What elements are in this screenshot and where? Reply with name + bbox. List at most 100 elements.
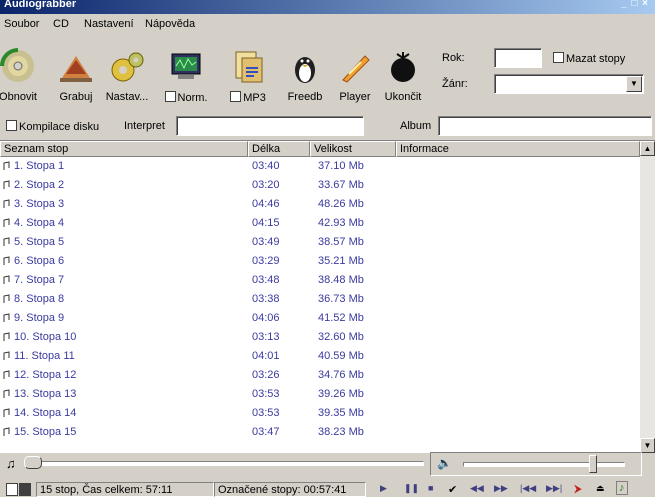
track-row[interactable]: 6. Stopa 6 03:29 35.21 Mb bbox=[0, 253, 640, 269]
volume-slider[interactable] bbox=[463, 462, 625, 467]
track-name: 10. Stopa 10 bbox=[14, 331, 77, 343]
mazat-stopy-checkbox[interactable]: Mazat stopy bbox=[553, 52, 625, 65]
mp3-button[interactable]: MP3 bbox=[218, 48, 278, 104]
penguin-icon bbox=[295, 57, 315, 83]
track-row[interactable]: 3. Stopa 3 04:46 48.26 Mb bbox=[0, 196, 640, 212]
mp3-icon bbox=[235, 51, 263, 83]
select-icon[interactable]: ✔ bbox=[448, 483, 457, 496]
track-row[interactable]: 4. Stopa 4 04:15 42.93 Mb bbox=[0, 215, 640, 231]
track-length: 03:47 bbox=[252, 426, 280, 438]
track-size: 39.35 Mb bbox=[318, 407, 364, 419]
track-size: 38.48 Mb bbox=[318, 274, 364, 286]
vertical-scrollbar[interactable]: ▲ ▼ bbox=[640, 141, 655, 453]
menu-soubor[interactable]: Soubor bbox=[4, 18, 39, 30]
zanr-select[interactable]: ▼ bbox=[494, 74, 644, 94]
nastav-button[interactable]: Nastav... bbox=[104, 48, 150, 103]
track-size: 39.26 Mb bbox=[318, 388, 364, 400]
track-length: 03:53 bbox=[252, 407, 280, 419]
track-note-icon bbox=[3, 199, 10, 208]
position-slider-knob[interactable] bbox=[24, 456, 42, 469]
track-length: 03:38 bbox=[252, 293, 280, 305]
rok-input[interactable] bbox=[494, 48, 542, 68]
interpret-input[interactable] bbox=[176, 116, 364, 136]
track-list[interactable]: Seznam stop Délka Velikost Informace 1. … bbox=[0, 140, 655, 453]
track-length: 04:06 bbox=[252, 312, 280, 324]
settings-icon bbox=[111, 52, 144, 82]
track-row[interactable]: 13. Stopa 13 03:53 39.26 Mb bbox=[0, 386, 640, 402]
position-slider[interactable] bbox=[24, 461, 424, 466]
column-header-velikost[interactable]: Velikost bbox=[310, 141, 396, 157]
eject-icon[interactable]: ⏏ bbox=[596, 483, 605, 494]
volume-panel: 🔈 bbox=[430, 452, 642, 476]
menu-nastaveni[interactable]: Nastavení bbox=[84, 18, 134, 30]
zanr-label: Žánr: bbox=[442, 78, 468, 90]
grab-icon bbox=[60, 56, 92, 82]
column-header-delka[interactable]: Délka bbox=[248, 141, 310, 157]
prev-track-icon[interactable]: |◀◀ bbox=[520, 483, 536, 494]
track-note-icon bbox=[3, 256, 10, 265]
album-input[interactable] bbox=[438, 116, 652, 136]
status-tracks: 15 stop, Čas celkem: 57:11 bbox=[36, 482, 214, 497]
kompilace-disku-checkbox[interactable]: Kompilace disku bbox=[6, 120, 99, 133]
track-note-icon bbox=[3, 408, 10, 417]
fast-forward-icon[interactable]: ▶▶ bbox=[494, 483, 508, 494]
track-row[interactable]: 7. Stopa 7 03:48 38.48 Mb bbox=[0, 272, 640, 288]
track-size: 40.59 Mb bbox=[318, 350, 364, 362]
track-name: 7. Stopa 7 bbox=[14, 274, 65, 286]
track-row[interactable]: 1. Stopa 1 03:40 37.10 Mb bbox=[0, 158, 640, 174]
rewind-icon[interactable]: ◀◀ bbox=[470, 483, 484, 494]
next-track-icon[interactable]: ▶▶| bbox=[546, 483, 562, 494]
stop-icon[interactable]: ■ bbox=[428, 483, 433, 493]
track-row[interactable]: 15. Stopa 15 03:47 38.23 Mb bbox=[0, 424, 640, 440]
track-length: 04:46 bbox=[252, 198, 280, 210]
track-row[interactable]: 14. Stopa 14 03:53 39.35 Mb bbox=[0, 405, 640, 421]
player-icon bbox=[342, 55, 370, 83]
play-icon[interactable]: ▶ bbox=[380, 483, 387, 494]
menu-napoveda[interactable]: Nápověda bbox=[145, 18, 195, 30]
track-name: 11. Stopa 11 bbox=[14, 350, 75, 362]
window-controls[interactable]: _ □ × bbox=[621, 0, 649, 11]
track-length: 03:26 bbox=[252, 369, 280, 381]
track-name: 3. Stopa 3 bbox=[14, 198, 65, 210]
obnovit-button[interactable]: Obnovit bbox=[0, 48, 40, 103]
track-name: 8. Stopa 8 bbox=[14, 293, 65, 305]
volume-slider-knob[interactable] bbox=[589, 455, 597, 473]
track-size: 33.67 Mb bbox=[318, 179, 364, 191]
column-header-seznam[interactable]: Seznam stop bbox=[0, 141, 248, 157]
scroll-down-icon[interactable]: ▼ bbox=[640, 438, 655, 453]
speaker-icon: 🔈 bbox=[437, 456, 452, 470]
menu-bar: Soubor CD Nastavení Nápověda bbox=[0, 15, 655, 33]
note-icon[interactable]: ♪ bbox=[616, 481, 628, 495]
pause-icon[interactable]: ❚❚ bbox=[404, 483, 419, 494]
grabuj-button[interactable]: Grabuj bbox=[54, 48, 98, 103]
column-header-informace[interactable]: Informace bbox=[396, 141, 640, 157]
track-row[interactable]: 12. Stopa 12 03:26 34.76 Mb bbox=[0, 367, 640, 383]
freedb-button[interactable]: Freedb bbox=[282, 48, 328, 103]
record-icon[interactable]: ⮞ bbox=[574, 483, 582, 496]
track-row[interactable]: 8. Stopa 8 03:38 36.73 Mb bbox=[0, 291, 640, 307]
track-row[interactable]: 2. Stopa 2 03:20 33.67 Mb bbox=[0, 177, 640, 193]
track-length: 03:53 bbox=[252, 388, 280, 400]
title-bar: Audiograbber _ □ × bbox=[0, 0, 655, 14]
track-name: 14. Stopa 14 bbox=[14, 407, 77, 419]
track-name: 5. Stopa 5 bbox=[14, 236, 65, 248]
chevron-down-icon[interactable]: ▼ bbox=[626, 76, 642, 92]
norm-button[interactable]: Norm. bbox=[156, 48, 216, 104]
track-row[interactable]: 10. Stopa 10 03:13 32.60 Mb bbox=[0, 329, 640, 345]
track-row[interactable]: 11. Stopa 11 04:01 40.59 Mb bbox=[0, 348, 640, 364]
track-row[interactable]: 5. Stopa 5 03:49 38.57 Mb bbox=[0, 234, 640, 250]
player-button[interactable]: Player bbox=[332, 48, 378, 103]
track-note-icon bbox=[3, 370, 10, 379]
track-length: 04:15 bbox=[252, 217, 280, 229]
track-size: 35.21 Mb bbox=[318, 255, 364, 267]
view-toggle-icon[interactable] bbox=[6, 483, 18, 496]
track-note-icon bbox=[3, 275, 10, 284]
mp3-checkbox[interactable] bbox=[230, 91, 242, 102]
album-label: Album bbox=[400, 120, 432, 132]
scroll-up-icon[interactable]: ▲ bbox=[640, 141, 655, 156]
menu-cd[interactable]: CD bbox=[53, 18, 69, 30]
ukoncit-button[interactable]: Ukončit bbox=[380, 48, 426, 103]
norm-checkbox[interactable] bbox=[164, 91, 176, 102]
view-toggle-2-icon[interactable] bbox=[19, 483, 31, 496]
track-row[interactable]: 9. Stopa 9 04:06 41.52 Mb bbox=[0, 310, 640, 326]
